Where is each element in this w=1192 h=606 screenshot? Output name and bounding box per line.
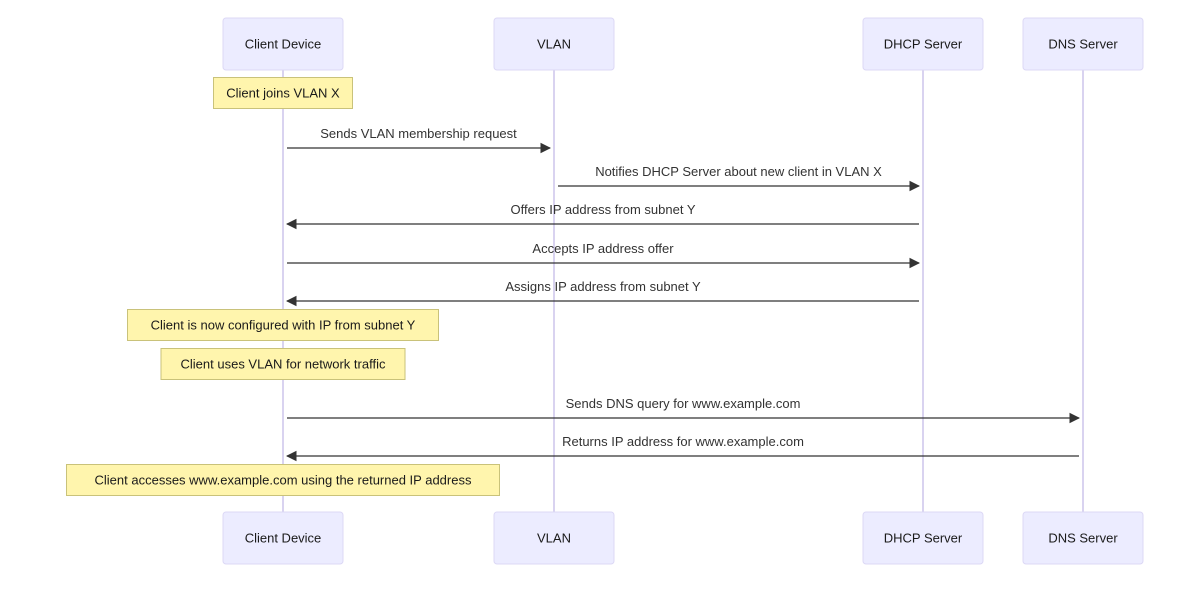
message: Offers IP address from subnet Y <box>285 202 919 230</box>
message: Sends VLAN membership request <box>287 126 552 154</box>
message: Notifies DHCP Server about new client in… <box>558 164 921 192</box>
actor-dhcp-server-top[interactable]: DHCP Server <box>862 17 984 71</box>
sequence-diagram: Client Device VLAN DHCP Server DNS Server C… <box>66 17 1144 565</box>
note: Client is now configured with IP from su… <box>127 309 439 341</box>
actor-dns-server-top[interactable]: DNS Server <box>1022 17 1144 71</box>
actor-dns-server-bottom[interactable]: DNS Server <box>1022 511 1144 565</box>
note: Client accesses www.example.com using th… <box>66 464 500 496</box>
actors-top: Client Device VLAN DHCP Server DNS Server <box>222 17 1144 71</box>
message: Assigns IP address from subnet Y <box>285 279 919 307</box>
message-label: Assigns IP address from subnet Y <box>505 279 701 294</box>
actor-label: DNS Server <box>1048 531 1118 546</box>
actors-bottom: Client Device VLAN DHCP Server DNS Server <box>222 511 1144 565</box>
message: Accepts IP address offer <box>287 241 921 269</box>
actor-vlan-bottom[interactable]: VLAN <box>493 511 615 565</box>
note-text: Client uses VLAN for network traffic <box>181 357 386 372</box>
message-label: Sends VLAN membership request <box>320 126 517 141</box>
message-label: Notifies DHCP Server about new client in… <box>595 164 882 179</box>
actor-label: Client Device <box>245 37 322 52</box>
actor-label: DHCP Server <box>884 37 963 52</box>
note: Client joins VLAN X <box>213 77 353 109</box>
actor-dhcp-server-bottom[interactable]: DHCP Server <box>862 511 984 565</box>
actor-client-device-bottom[interactable]: Client Device <box>222 511 344 565</box>
note-text: Client accesses www.example.com using th… <box>95 473 472 488</box>
message: Sends DNS query for www.example.com <box>287 396 1081 424</box>
actor-client-device-top[interactable]: Client Device <box>222 17 344 71</box>
message-label: Accepts IP address offer <box>532 241 674 256</box>
message-label: Returns IP address for www.example.com <box>562 434 804 449</box>
note-text: Client is now configured with IP from su… <box>151 318 416 333</box>
note-text: Client joins VLAN X <box>226 86 340 101</box>
actor-label: VLAN <box>537 531 571 546</box>
actor-label: DNS Server <box>1048 37 1118 52</box>
steps: Client joins VLAN X Sends VLAN membership… <box>66 77 1081 496</box>
actor-vlan-top[interactable]: VLAN <box>493 17 615 71</box>
note: Client uses VLAN for network traffic <box>160 348 406 380</box>
actor-label: DHCP Server <box>884 531 963 546</box>
message-label: Sends DNS query for www.example.com <box>566 396 801 411</box>
actor-label: Client Device <box>245 531 322 546</box>
message: Returns IP address for www.example.com <box>285 434 1079 462</box>
message-label: Offers IP address from subnet Y <box>511 202 696 217</box>
actor-label: VLAN <box>537 37 571 52</box>
